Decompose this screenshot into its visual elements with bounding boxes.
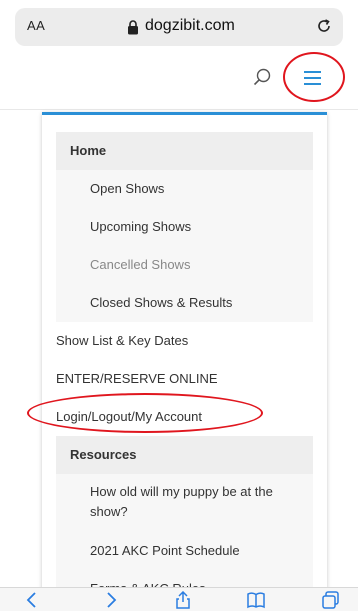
reload-icon[interactable]: [315, 17, 333, 35]
login-highlight-ellipse: [27, 393, 263, 433]
menu-item-closed-shows-results[interactable]: Closed Shows & Results: [56, 284, 313, 322]
forward-button[interactable]: [100, 591, 122, 609]
browser-address-area: AA dogzibit.com: [0, 0, 358, 52]
browser-toolbar: [0, 587, 358, 611]
bookmarks-icon: [247, 592, 265, 609]
share-button[interactable]: [172, 590, 194, 609]
tabs-button[interactable]: [320, 591, 342, 609]
menu-item-akc-point-schedule[interactable]: 2021 AKC Point Schedule: [56, 532, 313, 570]
lock-icon: [128, 20, 138, 35]
menu-item-puppy-age[interactable]: How old will my puppy be at the show?: [56, 474, 313, 532]
nav-menu: Home Open Shows Upcoming Shows Cancelled…: [42, 115, 327, 592]
search-button[interactable]: [250, 66, 274, 90]
menu-item-enter-reserve-online[interactable]: ENTER/RESERVE ONLINE: [42, 360, 313, 398]
search-icon: [253, 68, 271, 86]
menu-item-show-list-key-dates[interactable]: Show List & Key Dates: [42, 322, 313, 360]
tabs-icon: [322, 591, 339, 609]
menu-item-home[interactable]: Home: [56, 132, 313, 170]
menu-item-upcoming-shows[interactable]: Upcoming Shows: [56, 208, 313, 246]
menu-highlight-circle: [283, 52, 345, 102]
menu-item-resources[interactable]: Resources: [56, 436, 313, 474]
address-bar[interactable]: AA dogzibit.com: [15, 8, 343, 46]
url-domain: dogzibit.com: [145, 17, 235, 34]
menu-item-cancelled-shows[interactable]: Cancelled Shows: [56, 246, 313, 284]
back-button[interactable]: [22, 591, 44, 609]
nav-dropdown-panel: Home Open Shows Upcoming Shows Cancelled…: [42, 112, 327, 592]
share-icon: [176, 590, 190, 609]
bookmarks-button[interactable]: [245, 591, 267, 609]
back-icon: [26, 592, 36, 608]
menu-item-open-shows[interactable]: Open Shows: [56, 170, 313, 208]
text-size-button[interactable]: AA: [27, 18, 45, 33]
forward-icon: [107, 592, 117, 608]
